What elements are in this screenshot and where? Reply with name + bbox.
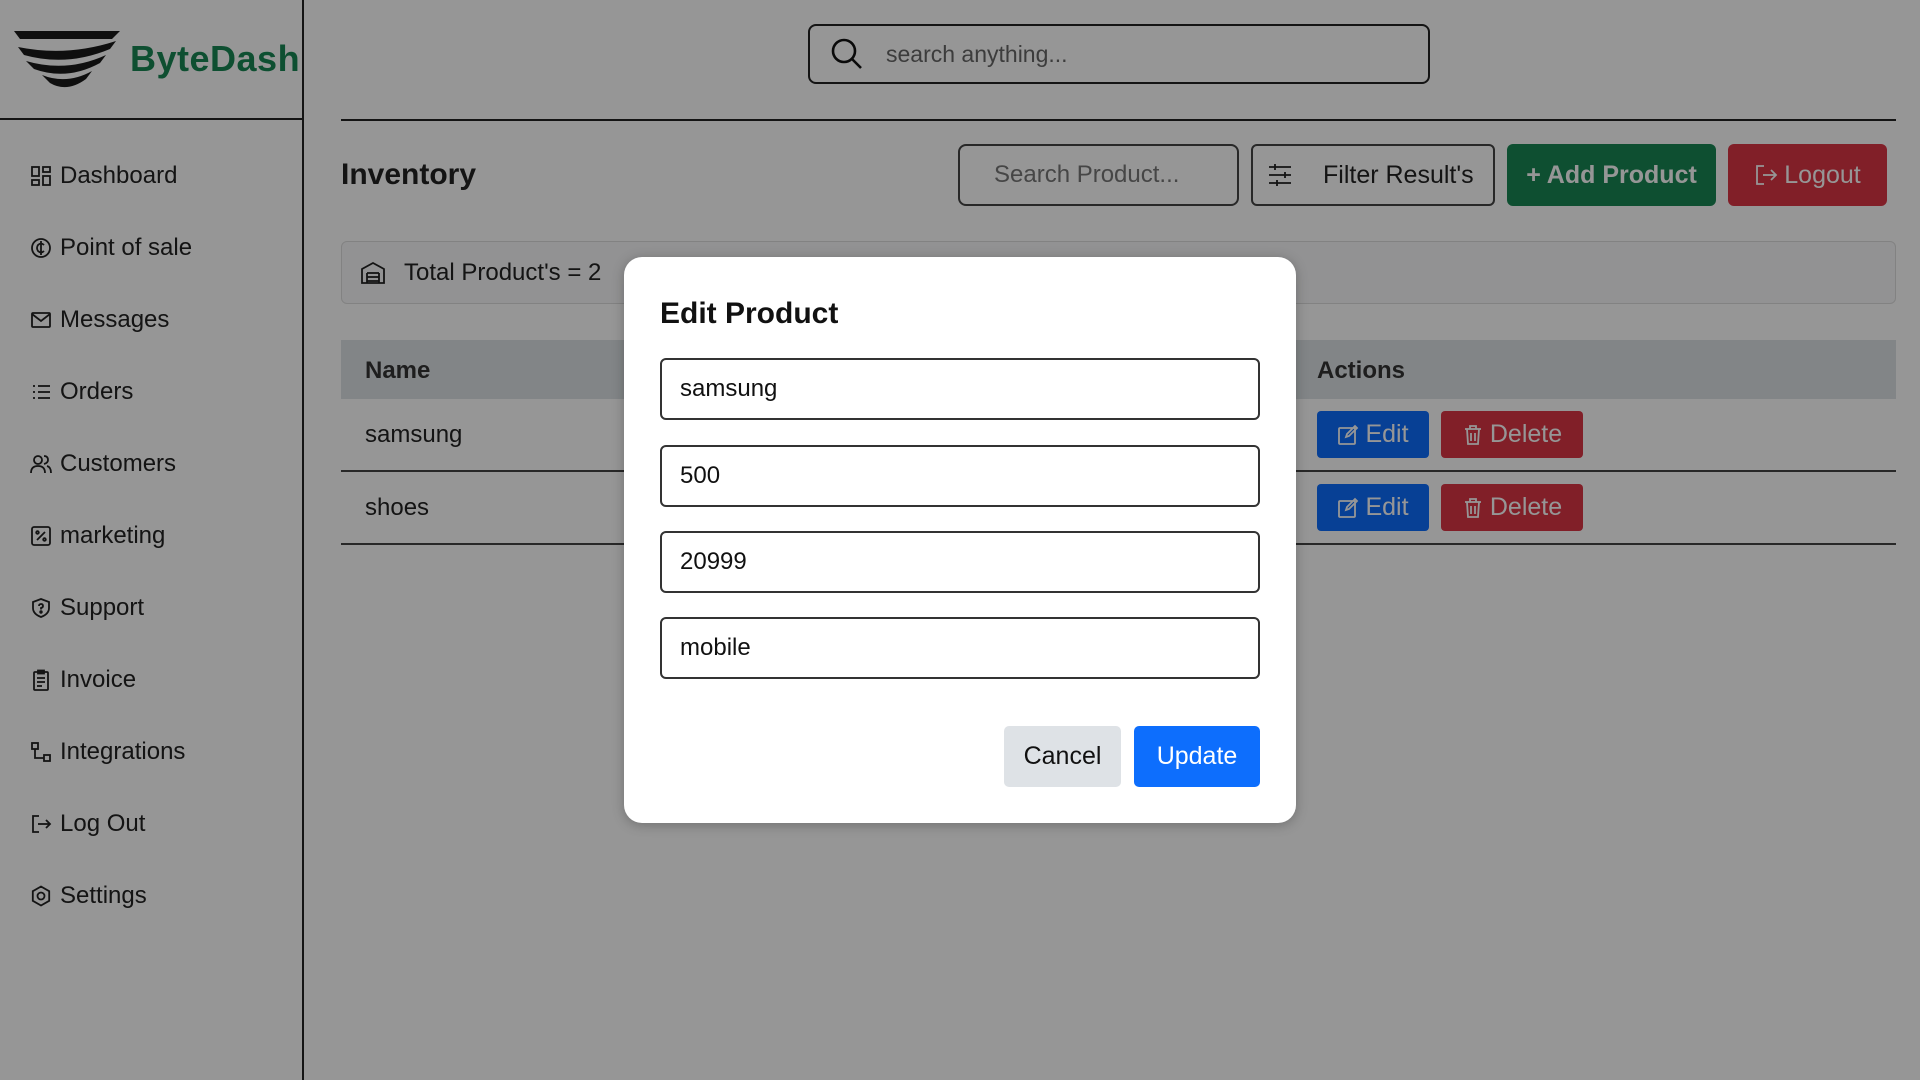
update-button[interactable]: Update — [1134, 726, 1260, 787]
edit-product-modal: Edit Product Cancel Update — [624, 257, 1296, 823]
product-category-field[interactable] — [660, 617, 1260, 679]
cancel-button[interactable]: Cancel — [1004, 726, 1121, 787]
modal-title: Edit Product — [660, 297, 839, 330]
product-quantity-field[interactable] — [660, 445, 1260, 507]
product-name-field[interactable] — [660, 358, 1260, 420]
product-price-field[interactable] — [660, 531, 1260, 593]
